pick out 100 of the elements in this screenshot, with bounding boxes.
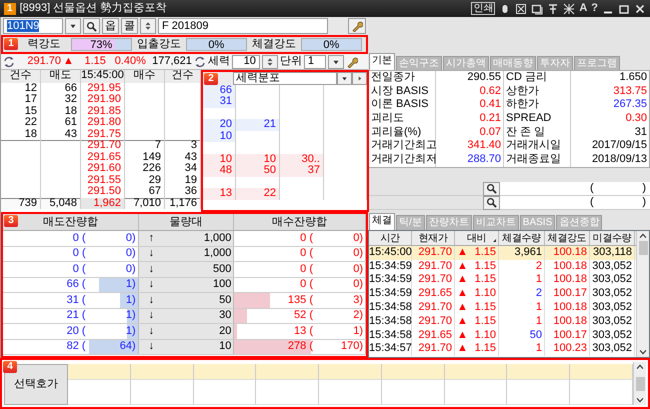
table-cell: 82 ( 64) [3, 340, 139, 354]
force-label: 세력 [208, 55, 230, 68]
info-label: 전일종가 [369, 71, 436, 85]
force-field[interactable]: 10 [232, 54, 260, 68]
lookup-field[interactable]: ( ) [500, 196, 650, 209]
refresh-icon[interactable] [3, 56, 15, 68]
table-cell: 303,052 [590, 328, 635, 342]
table-cell: 32 [41, 94, 81, 106]
scrollbar[interactable] [636, 230, 649, 357]
table-cell: 66 [41, 82, 81, 94]
boxed-cross-icon[interactable] [515, 2, 528, 14]
scroll-thumb[interactable] [638, 240, 648, 255]
table-cell: 291.70 [412, 273, 455, 288]
info-value: 0.21 [436, 112, 504, 126]
table-cell: 18 [41, 106, 81, 117]
info-label: CD 금리 [504, 71, 571, 85]
table-cell: 0 ( 0) [234, 278, 366, 292]
search-button[interactable] [83, 18, 100, 34]
spin-button[interactable] [262, 54, 278, 68]
code-field[interactable]: 101N9 [3, 18, 63, 34]
toolbar-button[interactable]: A [579, 2, 588, 15]
grid-cell [444, 364, 508, 380]
refresh-icon[interactable] [194, 56, 206, 68]
lookup-field[interactable]: ( ) [500, 182, 650, 195]
settings-button[interactable] [348, 18, 366, 34]
grid-cell [130, 364, 194, 380]
table-cell: 0 ( 0) [234, 262, 366, 276]
table-cell: 2 [499, 287, 545, 301]
option-button[interactable]: 콜 [121, 18, 138, 34]
table-cell: 1 [499, 314, 545, 329]
table-cell: ↓ 100 [138, 278, 234, 292]
table-cell: 12 [1, 82, 41, 94]
search-button[interactable] [483, 196, 500, 210]
window-badge: 1 [4, 2, 16, 14]
grid-cell [382, 380, 445, 405]
info-label: 잔 존 일 [504, 126, 571, 140]
table-cell: 31 ( 1) [3, 293, 139, 308]
table-cell: 100.18 [545, 301, 590, 315]
unit-select[interactable]: 1 [304, 54, 326, 68]
distribution-select[interactable]: 세력분포 [233, 72, 337, 84]
search-button[interactable] [483, 182, 500, 196]
table-cell: 303,052 [590, 287, 635, 301]
print-button[interactable]: 인쇄 [471, 2, 496, 15]
price-change: 1.15 [83, 55, 106, 68]
scrollbar[interactable] [633, 362, 646, 405]
change-rate: 0.40% [114, 55, 146, 68]
info-label: 시장 BASIS [369, 84, 436, 98]
table-cell: 17 [1, 94, 41, 106]
intensity-label: 입출강도 [136, 38, 182, 51]
table-cell: 100.17 [545, 328, 590, 342]
grid-cell [570, 364, 633, 380]
table-cell: 1 [499, 342, 545, 356]
table-cell: 50 [499, 328, 545, 342]
table-cell: ↓ 30 [138, 308, 234, 323]
table-cell: 291.85 [81, 106, 125, 117]
table-cell: 34 [165, 163, 201, 174]
tab[interactable]: 체결 [369, 212, 395, 230]
column-header: 물량대 [138, 214, 234, 230]
dropdown-button[interactable] [337, 72, 352, 84]
dropdown-button[interactable] [328, 54, 344, 68]
section-marker: 1 [4, 38, 18, 50]
toolbar-button[interactable]: ? [591, 2, 598, 15]
table-cell: 7,010 [125, 198, 165, 209]
dropdown-button[interactable] [65, 18, 81, 34]
scroll-thumb[interactable] [636, 376, 644, 390]
table-cell: ↑ 1,000 [138, 231, 234, 246]
option-button[interactable]: 옵 [102, 18, 119, 34]
column-header: 미결수량 [592, 232, 632, 244]
info-value: 0.62 [436, 84, 504, 98]
tab[interactable]: 기본 [369, 53, 395, 70]
table-cell: 291.95 [81, 82, 125, 94]
info-value: 290.55 [436, 71, 504, 85]
column-header: 15:45:00 [81, 70, 125, 82]
table-cell: 291.55 [81, 174, 125, 186]
table-cell: 100.18 [545, 314, 590, 329]
table-cell: 21 [236, 119, 280, 130]
table-cell: 20 [203, 119, 236, 130]
info-value: 1.650 [618, 71, 648, 85]
grid-cell [256, 380, 320, 405]
table-cell: 43 [165, 152, 201, 163]
column-header: 시간 [380, 232, 400, 244]
table-cell: 100.18 [545, 260, 590, 274]
table-cell: 100.18 [545, 273, 590, 288]
intensity-bar: 73% [70, 38, 132, 51]
table-cell: 20 ( 1) [3, 324, 139, 338]
grid-cell [319, 364, 382, 380]
maximize-icon[interactable] [618, 2, 630, 14]
section-marker: 3 [4, 215, 18, 227]
info-label: 이론 BASIS [369, 98, 436, 112]
table-cell: 66 [203, 84, 236, 96]
wrench-icon[interactable] [346, 56, 358, 68]
table-cell: 303,052 [590, 314, 635, 329]
table-cell: 100.18 [545, 246, 590, 260]
sort-icon[interactable] [491, 236, 497, 243]
close-icon[interactable] [634, 2, 646, 14]
table-cell: 1,176 [165, 198, 201, 209]
table-cell: 1 [499, 301, 545, 315]
spin-button[interactable] [140, 18, 156, 34]
product-field[interactable]: F 201809 [158, 18, 328, 34]
window-icon[interactable] [531, 2, 544, 14]
